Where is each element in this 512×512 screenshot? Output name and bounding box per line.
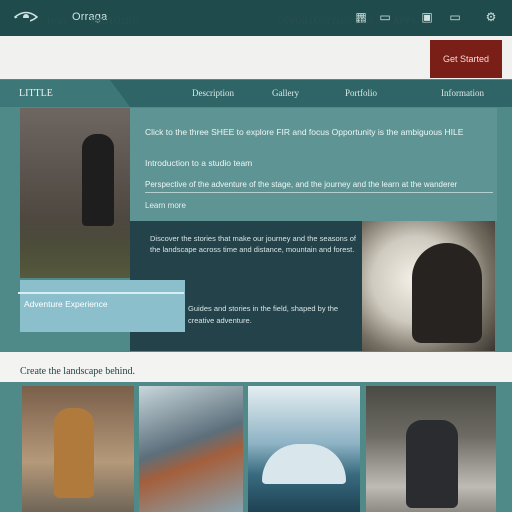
- hero-headline: Click to the three SHEE to explore FIR a…: [145, 127, 464, 137]
- tab-information[interactable]: Information: [441, 88, 484, 98]
- photo-figure: [82, 134, 114, 226]
- side-photo-portrait[interactable]: [362, 221, 495, 351]
- thumb-subject: [406, 420, 458, 508]
- tab-gallery[interactable]: Gallery: [272, 88, 299, 98]
- feature-strip: [18, 292, 184, 294]
- feature-label: Adventure Experience: [24, 299, 108, 309]
- tab-description[interactable]: Description: [192, 88, 234, 98]
- nav-brand[interactable]: PROTOMIC: [90, 16, 139, 26]
- window-icon[interactable]: ▭: [376, 11, 394, 24]
- section-title: LITTLE: [19, 88, 53, 99]
- thumb-subject: [54, 408, 94, 498]
- gallery-heading: Create the landscape behind.: [20, 366, 135, 377]
- hero-photo-wanderer[interactable]: [20, 108, 130, 278]
- image-icon[interactable]: ▣: [418, 11, 436, 24]
- gallery-thumb-1[interactable]: [22, 386, 134, 512]
- settings-icon[interactable]: ⚙: [482, 11, 500, 24]
- nav-link-apps[interactable]: APPS: [393, 16, 416, 26]
- gallery-thumb-3[interactable]: [248, 386, 360, 512]
- story-caption: Guides and stories in the field, shaped …: [188, 304, 339, 325]
- photo-silhouette: [412, 243, 482, 343]
- gallery-thumb-2[interactable]: [139, 386, 243, 512]
- nav-link-opportunities[interactable]: OPPORTUNITIES: [278, 16, 351, 26]
- photo-grass: [20, 218, 130, 278]
- gallery-thumb-4[interactable]: [366, 386, 496, 512]
- story-text: Discover the stories that make our journ…: [150, 234, 356, 254]
- window-icon-2[interactable]: ▭: [446, 11, 464, 24]
- nav-link-tigs[interactable]: TIGS: [353, 16, 374, 26]
- thumb-iceberg: [262, 444, 346, 484]
- nav-logo-text[interactable]: Iwan: [47, 16, 66, 26]
- learn-more-link[interactable]: Learn more: [145, 201, 186, 210]
- menu-icon[interactable]: [16, 18, 30, 26]
- hero-body: Perspective of the adventure of the stag…: [145, 180, 493, 193]
- get-started-button[interactable]: Get Started: [430, 40, 502, 78]
- tab-portfolio[interactable]: Portfolio: [345, 88, 377, 98]
- hero-subheading: Introduction to a studio team: [145, 158, 253, 168]
